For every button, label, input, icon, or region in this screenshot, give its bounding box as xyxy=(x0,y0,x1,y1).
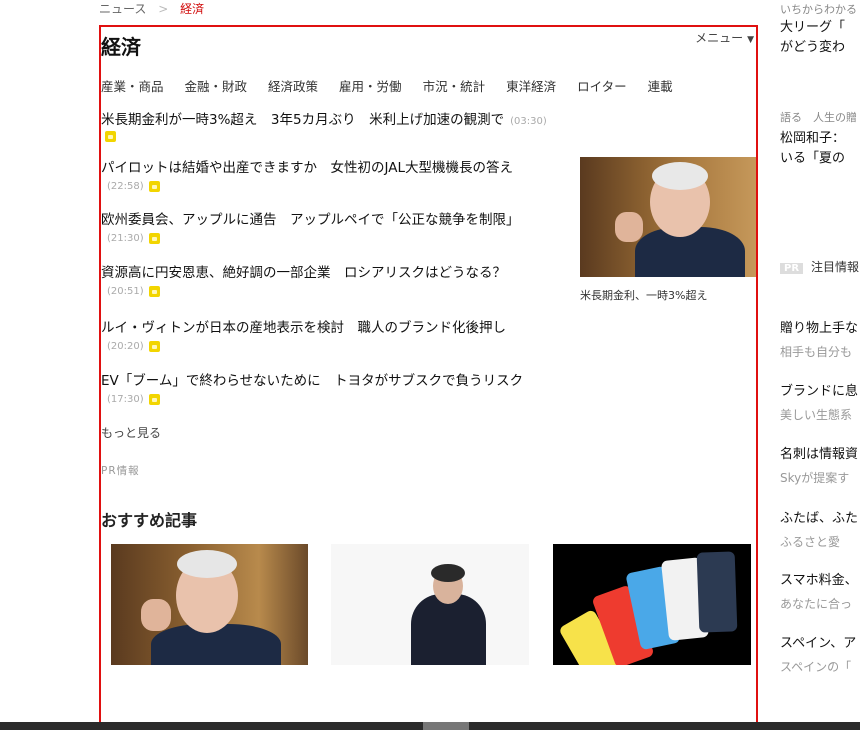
page-title: 経済 xyxy=(101,35,141,59)
category-nav: 産業・商品 金融・財政 経済政策 雇用・労働 市況・統計 東洋経済 ロイター 連… xyxy=(101,76,694,95)
recommended-list xyxy=(111,544,751,665)
pr-item[interactable]: スペイン、ア スペインの「 xyxy=(780,634,860,675)
breadcrumb-separator: > xyxy=(158,2,169,16)
headline-link[interactable]: 資源高に円安恩恵、絶好調の一部企業 ロシアリスクはどうなる？ xyxy=(101,264,581,282)
headline-link[interactable]: パイロットは結婚や出産できますか 女性初のJAL大型機機長の答え xyxy=(101,159,581,177)
headline-link[interactable]: 米長期金利が一時3%超え 3年5カ月ぶり 米利上げ加速の観測で (03:30) xyxy=(101,111,581,131)
headline-item: 欧州委員会、アップルに通告 アップルペイで「公正な競争を制限」 (21:30) xyxy=(101,211,581,244)
lock-icon xyxy=(148,286,160,297)
lock-icon xyxy=(105,131,116,142)
breadcrumb-current: 経済 xyxy=(180,2,205,16)
right-section-label: 語る 人生の贈 xyxy=(780,111,857,124)
pr-attention-header: PR 注目情報 xyxy=(780,258,860,275)
headline-item: 資源高に円安恩恵、絶好調の一部企業 ロシアリスクはどうなる？ (20:51) xyxy=(101,264,581,297)
headline-link[interactable]: 欧州委員会、アップルに通告 アップルペイで「公正な競争を制限」 xyxy=(101,211,581,229)
breadcrumb-news-link[interactable]: ニュース xyxy=(99,2,146,16)
pr-item[interactable]: ブランドに息 美しい生態系 xyxy=(780,382,860,423)
recommended-item-photo[interactable] xyxy=(111,544,308,665)
right-article-title[interactable]: 大リーグ「 xyxy=(780,18,860,38)
right-article-title[interactable]: いる「夏の xyxy=(780,149,860,169)
headline-time: (20:20) xyxy=(107,341,144,352)
headline-item: EV「ブーム」で終わらせないために トヨタがサブスクで負うリスク (17:30) xyxy=(101,372,581,405)
main-content-frame: 経済 メニュー ▼ 産業・商品 金融・財政 経済政策 雇用・労働 市況・統計 東洋… xyxy=(99,25,758,727)
headline-time: (22:58) xyxy=(107,181,144,192)
lock-icon xyxy=(148,341,160,352)
featured-caption: 米長期金利、一時3%超え xyxy=(580,289,708,302)
breadcrumb: ニュース > 経済 xyxy=(99,0,204,16)
lock-icon xyxy=(148,394,160,405)
pr-item[interactable]: 名刺は情報資 Skyが提案す xyxy=(780,445,860,486)
category-industry[interactable]: 産業・商品 xyxy=(101,76,164,95)
headline-item: 米長期金利が一時3%超え 3年5カ月ぶり 米利上げ加速の観測で (03:30) xyxy=(101,111,581,142)
right-article-title[interactable]: がどう変わ xyxy=(780,38,860,58)
headline-time: (21:30) xyxy=(107,233,144,244)
pr-item[interactable]: 贈り物上手な 相手も自分も xyxy=(780,319,860,360)
category-employment[interactable]: 雇用・労働 xyxy=(339,76,402,95)
category-reuters[interactable]: ロイター xyxy=(577,76,627,95)
featured-photo xyxy=(580,157,756,277)
pr-badge: PR xyxy=(780,263,804,274)
headline-time: (17:30) xyxy=(107,394,144,405)
right-article-title[interactable]: 松岡和子： xyxy=(780,129,860,149)
headline-item: ルイ・ヴィトンが日本の産地表示を検討 職人のブランド化後押し (20:20) xyxy=(101,319,581,352)
right-section-label: いちからわかる xyxy=(780,3,857,16)
lock-icon xyxy=(148,233,160,244)
recommended-item-photo[interactable] xyxy=(331,544,529,665)
lock-icon xyxy=(148,181,160,192)
headline-time: (03:30) xyxy=(510,116,547,127)
scrollbar-thumb[interactable] xyxy=(423,722,469,730)
category-economic-policy[interactable]: 経済政策 xyxy=(268,76,318,95)
headline-item: パイロットは結婚や出産できますか 女性初のJAL大型機機長の答え (22:58) xyxy=(101,159,581,192)
category-toyokeizai[interactable]: 東洋経済 xyxy=(506,76,556,95)
category-finance[interactable]: 金融・財政 xyxy=(185,76,248,95)
more-link[interactable]: もっと見る xyxy=(101,424,161,441)
recommended-item-photo[interactable] xyxy=(553,544,751,665)
recommended-heading: おすすめ記事 xyxy=(101,511,198,530)
menu-label: メニュー xyxy=(695,31,744,45)
menu-button[interactable]: メニュー ▼ xyxy=(695,29,754,46)
pr-label: PR情報 xyxy=(101,465,140,477)
featured-article[interactable]: 米長期金利、一時3%超え xyxy=(580,157,756,303)
pr-item[interactable]: スマホ料金、 あなたに合っ xyxy=(780,571,860,612)
category-series[interactable]: 連載 xyxy=(648,76,673,95)
pr-item[interactable]: ふたば、ふた ふるさと愛 xyxy=(780,509,860,550)
headline-link[interactable]: EV「ブーム」で終わらせないために トヨタがサブスクで負うリスク xyxy=(101,372,581,390)
headline-time: (20:51) xyxy=(107,286,144,297)
headline-link[interactable]: ルイ・ヴィトンが日本の産地表示を検討 職人のブランド化後押し xyxy=(101,319,581,337)
chevron-down-icon: ▼ xyxy=(747,35,754,45)
category-market[interactable]: 市況・統計 xyxy=(423,76,486,95)
